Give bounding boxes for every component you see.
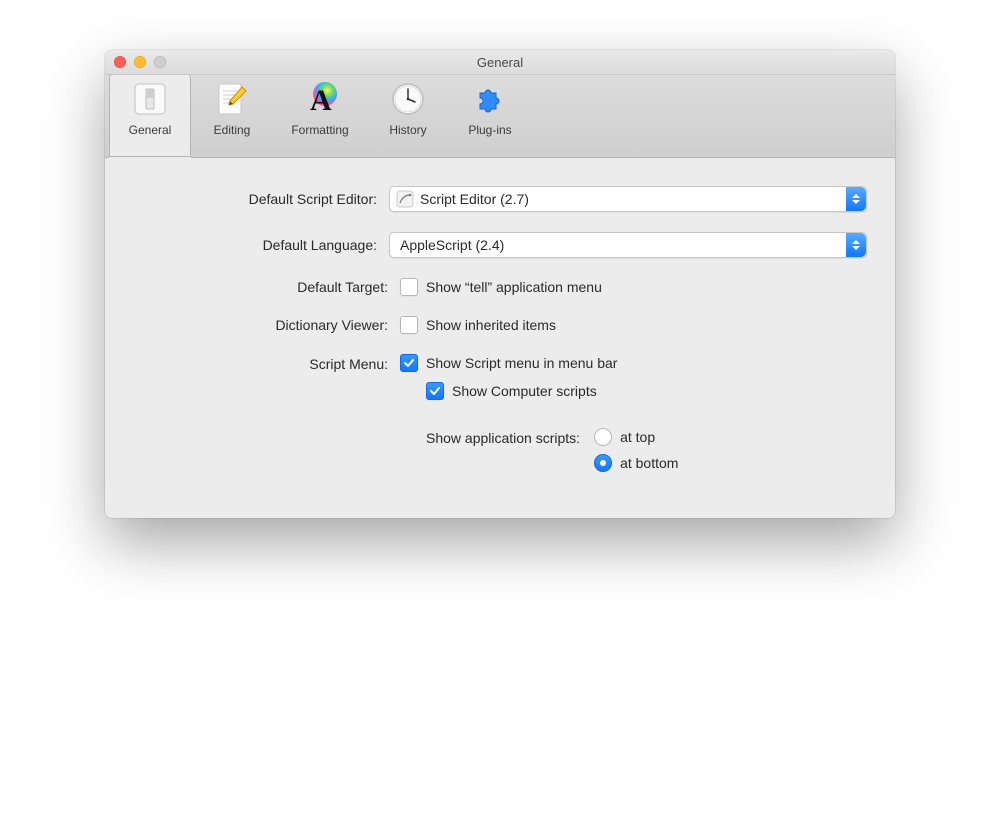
app-scripts-at-bottom-text: at bottom bbox=[620, 455, 678, 471]
editing-pencil-icon bbox=[212, 79, 252, 119]
popup-stepper-icon bbox=[846, 233, 866, 257]
tab-formatting-label: Formatting bbox=[291, 123, 348, 137]
titlebar: General bbox=[105, 50, 895, 75]
window-title: General bbox=[105, 55, 895, 70]
show-script-menu-text: Show Script menu in menu bar bbox=[426, 355, 617, 371]
general-pane: Default Script Editor: Script Editor (2.… bbox=[105, 158, 895, 518]
default-target-label: Default Target: bbox=[133, 279, 400, 295]
preferences-toolbar: General Editing bbox=[105, 75, 895, 158]
formatting-font-icon: A bbox=[300, 79, 340, 119]
tab-general[interactable]: General bbox=[109, 73, 191, 158]
tab-formatting[interactable]: A Formatting bbox=[273, 73, 367, 157]
tab-general-label: General bbox=[129, 123, 172, 137]
show-computer-scripts-text: Show Computer scripts bbox=[452, 383, 597, 399]
show-application-scripts-label: Show application scripts: bbox=[426, 428, 594, 446]
general-switch-icon bbox=[130, 79, 170, 119]
default-language-value: AppleScript (2.4) bbox=[396, 237, 504, 253]
show-tell-menu-text: Show “tell” application menu bbox=[426, 279, 602, 295]
default-language-label: Default Language: bbox=[133, 237, 389, 253]
tab-history[interactable]: History bbox=[367, 73, 449, 157]
tab-plugins-label: Plug-ins bbox=[468, 123, 511, 137]
show-computer-scripts-checkbox[interactable] bbox=[426, 382, 444, 400]
zoom-window-button[interactable] bbox=[154, 56, 166, 68]
app-scripts-at-bottom-radio[interactable] bbox=[594, 454, 612, 472]
script-menu-label: Script Menu: bbox=[133, 354, 400, 372]
default-script-editor-label: Default Script Editor: bbox=[133, 191, 389, 207]
tab-editing-label: Editing bbox=[214, 123, 251, 137]
plugins-puzzle-icon bbox=[470, 79, 510, 119]
default-language-popup[interactable]: AppleScript (2.4) bbox=[389, 232, 867, 258]
tab-editing[interactable]: Editing bbox=[191, 73, 273, 157]
default-script-editor-popup[interactable]: Script Editor (2.7) bbox=[389, 186, 867, 212]
tab-history-label: History bbox=[389, 123, 426, 137]
tab-plugins[interactable]: Plug-ins bbox=[449, 73, 531, 157]
preferences-window: General General bbox=[105, 50, 895, 518]
show-tell-menu-checkbox[interactable] bbox=[400, 278, 418, 296]
app-scripts-at-top-text: at top bbox=[620, 429, 655, 445]
show-inherited-items-text: Show inherited items bbox=[426, 317, 556, 333]
popup-stepper-icon bbox=[846, 187, 866, 211]
dictionary-viewer-label: Dictionary Viewer: bbox=[133, 317, 400, 333]
script-editor-app-icon bbox=[396, 190, 414, 208]
default-script-editor-value: Script Editor (2.7) bbox=[420, 191, 529, 207]
minimize-window-button[interactable] bbox=[134, 56, 146, 68]
show-inherited-items-checkbox[interactable] bbox=[400, 316, 418, 334]
show-script-menu-checkbox[interactable] bbox=[400, 354, 418, 372]
app-scripts-at-top-radio[interactable] bbox=[594, 428, 612, 446]
history-clock-icon bbox=[388, 79, 428, 119]
svg-text:A: A bbox=[310, 84, 332, 117]
close-window-button[interactable] bbox=[114, 56, 126, 68]
